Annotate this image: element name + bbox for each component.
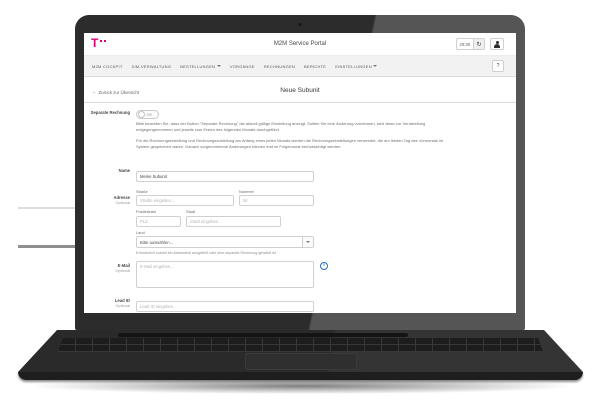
nav-item-label: SIM-VERWALTUNG [132, 64, 172, 69]
lead-id-row: Lead ID Optional [84, 295, 516, 313]
nav-item-vorgaenge[interactable]: VORGÄNGE [230, 64, 255, 69]
user-menu-button[interactable] [490, 38, 504, 50]
nav-item-rechnungen[interactable]: RECHNUNGEN [264, 64, 295, 69]
nav-item-sim-verwaltung[interactable]: SIM-VERWALTUNG [132, 64, 172, 69]
nav-item-label: RECHNUNGEN [264, 64, 295, 69]
zip-label: Postleitzahl [136, 209, 181, 214]
chevron-down-icon [306, 241, 310, 243]
user-icon [494, 41, 501, 48]
chevron-down-icon [373, 65, 377, 67]
lead-id-input[interactable] [136, 301, 314, 312]
address-optional-label: Optional [84, 200, 130, 205]
session-timer: 29:39 [457, 39, 473, 49]
invoice-info-paragraph-2: Für die Rechnungserstellung und Rechnung… [136, 138, 444, 151]
name-input[interactable] [136, 171, 314, 182]
select-dropdown-button[interactable] [302, 237, 313, 247]
separate-invoice-row: Separate Rechnung Off [84, 110, 516, 119]
subunit-form: Separate Rechnung Off Bitte beachten Sie… [84, 103, 516, 313]
nav-item-label: BESTELLUNGEN [180, 64, 215, 69]
chevron-down-icon [217, 65, 221, 67]
name-label: Name [84, 165, 136, 173]
hinge-slot [118, 333, 408, 337]
separate-invoice-label: Separate Rechnung [84, 110, 136, 115]
info-icon[interactable]: i [320, 262, 328, 270]
laptop-mockup-stage: T M2M Service Portal 29:39 ↻ M2M COCKPIT… [0, 0, 601, 400]
city-input[interactable] [186, 216, 281, 227]
nav-item-label: VORGÄNGE [230, 64, 255, 69]
webcam-dot [299, 23, 302, 26]
lead-id-label: Lead ID [115, 298, 130, 303]
lead-id-optional-label: Optional [84, 303, 130, 308]
city-label: Stadt [186, 209, 281, 214]
toggle-state-label: Off [147, 113, 152, 117]
decor-line [18, 245, 78, 248]
refresh-icon[interactable]: ↻ [473, 39, 484, 49]
main-nav: M2M COCKPIT SIM-VERWALTUNG BESTELLUNGEN … [84, 56, 516, 77]
app-title: M2M Service Portal [84, 41, 516, 47]
decor-line [18, 207, 78, 209]
laptop-screen-content: T M2M Service Portal 29:39 ↻ M2M COCKPIT… [84, 33, 516, 313]
nav-item-bestellungen[interactable]: BESTELLUNGEN [180, 64, 221, 69]
nav-item-label: EINSTELLUNGEN [335, 64, 372, 69]
street-label: Straße [136, 189, 234, 194]
invoice-info-row: Bitte beachten Sie, dass der Button "Sep… [84, 121, 516, 165]
zip-input[interactable] [136, 216, 181, 227]
app-header: T M2M Service Portal 29:39 ↻ [84, 33, 516, 56]
street-input[interactable] [136, 195, 234, 206]
nav-item-einstellungen[interactable]: EINSTELLUNGEN [335, 64, 377, 69]
name-row: Name [84, 165, 516, 183]
separate-invoice-toggle[interactable]: Off [136, 110, 159, 119]
nav-item-berichte[interactable]: BERICHTE [304, 64, 326, 69]
invoice-info-paragraph-1: Bitte beachten Sie, dass der Button "Sep… [136, 121, 444, 134]
trackpad [245, 353, 357, 370]
laptop-shadow [35, 378, 570, 394]
nav-item-label: M2M COCKPIT [92, 64, 123, 69]
email-optional-label: Optional [84, 268, 130, 273]
number-label: Nummer [239, 189, 314, 194]
address-label: Adresse [113, 195, 130, 200]
number-input[interactable] [239, 195, 314, 206]
keyboard [58, 338, 543, 352]
help-button[interactable]: ? [492, 60, 504, 72]
laptop-keyboard-deck [18, 330, 583, 372]
page-title: Neue Subunit [84, 87, 516, 94]
country-label: Land [136, 230, 516, 235]
email-label: E-Mail [118, 263, 130, 268]
toggle-knob-icon [138, 111, 145, 118]
email-input[interactable] [136, 261, 314, 288]
nav-item-m2m-cockpit[interactable]: M2M COCKPIT [92, 64, 123, 69]
nav-items: M2M COCKPIT SIM-VERWALTUNG BESTELLUNGEN … [84, 56, 516, 76]
session-timer-badge: 29:39 ↻ [456, 38, 485, 50]
country-select[interactable]: Bitte auswählen... [136, 236, 314, 248]
laptop-base [18, 330, 583, 382]
address-required-hint: Erforderlich sobald ein Adressfeld ausge… [136, 251, 516, 255]
email-row: E-Mail Optional i [84, 261, 516, 288]
country-select-value: Bitte auswählen... [137, 240, 302, 245]
nav-item-label: BERICHTE [304, 64, 326, 69]
address-row: Adresse Optional Straße Nummer [84, 189, 516, 261]
page-head: ← Zurück zur Übersicht Neue Subunit [84, 77, 516, 103]
